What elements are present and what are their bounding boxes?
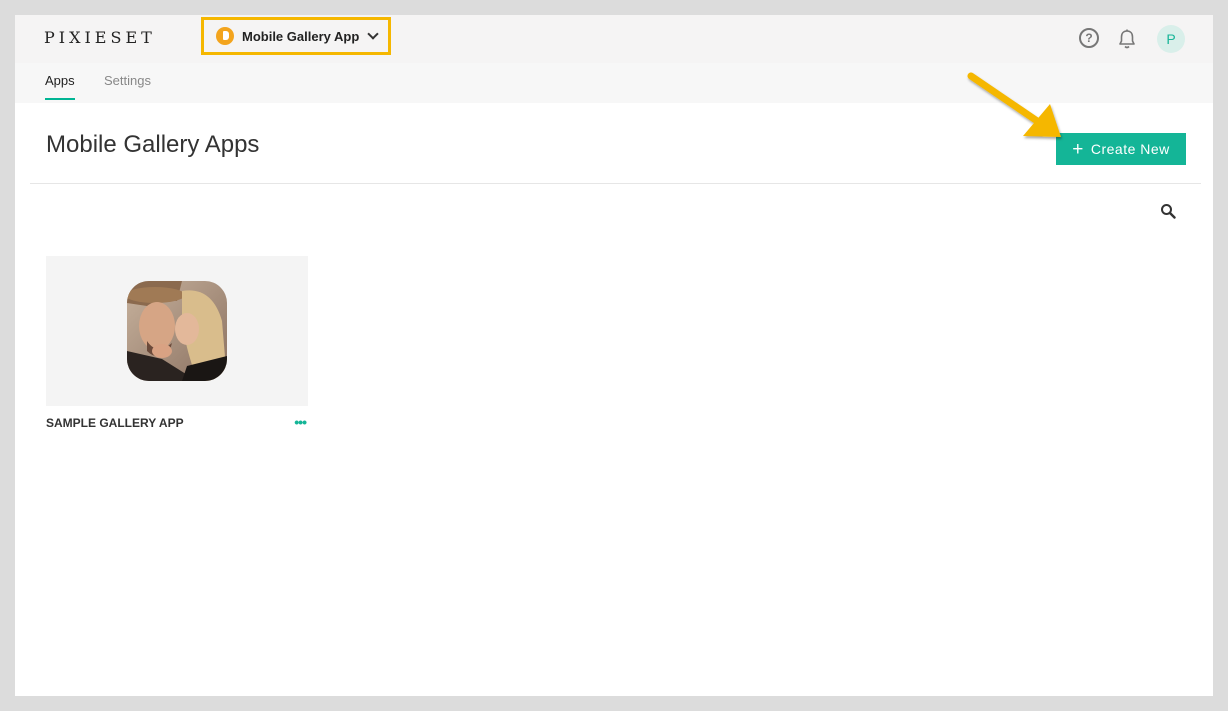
annotation-arrow	[967, 72, 1061, 137]
pixieset-logo[interactable]: PIXIESET	[44, 28, 156, 47]
gallery-app-card[interactable]: SAMPLE GALLERY APP •••	[46, 256, 308, 436]
search-icon[interactable]	[1160, 203, 1176, 219]
create-new-button[interactable]: + Create New	[1056, 133, 1186, 165]
app-frame: PIXIESET Mobile Gallery App ? P Apps Set…	[15, 15, 1213, 696]
tab-apps[interactable]: Apps	[45, 73, 75, 100]
top-bar: PIXIESET Mobile Gallery App ? P	[15, 15, 1213, 63]
tab-settings[interactable]: Settings	[104, 73, 151, 98]
bell-icon[interactable]	[1117, 28, 1137, 50]
app-thumbnail-area	[46, 256, 308, 406]
more-icon[interactable]: •••	[294, 414, 307, 430]
product-switcher-dropdown[interactable]: Mobile Gallery App	[201, 17, 391, 55]
app-thumbnail-image	[127, 281, 227, 381]
avatar[interactable]: P	[1157, 25, 1185, 53]
app-name: SAMPLE GALLERY APP	[46, 416, 184, 430]
divider	[30, 183, 1201, 184]
product-switcher-label: Mobile Gallery App	[242, 28, 360, 44]
page-title: Mobile Gallery Apps	[46, 131, 260, 158]
help-icon[interactable]: ?	[1079, 28, 1099, 48]
create-new-label: Create New	[1090, 141, 1170, 157]
mobile-gallery-app-icon	[216, 27, 234, 45]
chevron-down-icon	[367, 28, 379, 40]
